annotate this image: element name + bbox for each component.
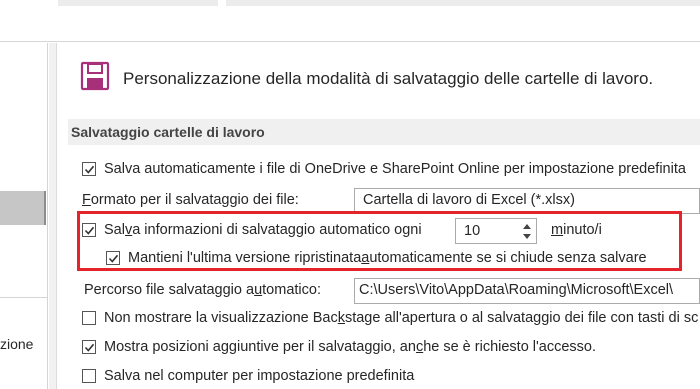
nav-divider <box>0 297 48 298</box>
options-nav-pane: zione <box>0 43 48 389</box>
show-locations-label: Mostra posizioni aggiuntive per il salva… <box>104 339 416 355</box>
section-header: Salvataggio cartelle di lavoro <box>68 119 700 145</box>
no-backstage-option[interactable]: Non mostrare la visualizzazione Bac k stag… <box>82 310 698 326</box>
floppy-disk-icon <box>80 61 110 91</box>
no-backstage-checkbox[interactable] <box>82 311 96 325</box>
format-label-text-rest: ormato per il salvataggio dei file: <box>90 192 299 208</box>
autorecover-path-text: Percorso file salvataggio a <box>84 282 255 298</box>
save-computer-label: Salva nel computer per impostazione pred… <box>104 368 415 384</box>
show-locations-label-rest: he se è richiesto l'accesso. <box>423 339 597 355</box>
format-label-accel: F <box>82 192 91 208</box>
autosave-onedrive-checkbox[interactable] <box>82 162 96 176</box>
no-backstage-accel: k <box>337 310 345 326</box>
title-bar-segment <box>58 0 218 6</box>
autorecover-path-label: Percorso file salvataggio a u tomatico: <box>84 282 321 298</box>
save-computer-checkbox[interactable] <box>82 369 96 383</box>
save-options-panel: Personalizzazione della modalità di salv… <box>58 43 700 389</box>
red-highlight-box <box>77 211 682 271</box>
check-mark-icon <box>84 343 94 352</box>
nav-item-partial-label[interactable]: zione <box>0 336 40 352</box>
title-bar-segment <box>226 0 700 6</box>
check-mark-icon <box>84 165 94 174</box>
save-computer-option[interactable]: Salva nel computer per impostazione pred… <box>82 368 414 384</box>
show-locations-accel: c <box>415 339 424 355</box>
format-label: Formato per il salvataggio dei file: <box>82 192 299 208</box>
section-title: Salvataggio cartelle di lavoro <box>71 124 265 140</box>
show-locations-checkbox[interactable] <box>82 340 96 354</box>
pane-gutter <box>49 43 57 389</box>
nav-item-save-selected[interactable] <box>0 191 46 225</box>
no-backstage-label: Non mostrare la visualizzazione Bac <box>104 310 338 326</box>
no-backstage-label-rest: stage all'apertura o al salvataggio dei … <box>344 310 699 326</box>
autosave-onedrive-option[interactable]: Salva automaticamente i file di OneDrive… <box>82 161 686 177</box>
show-locations-option[interactable]: Mostra posizioni aggiuntive per il salva… <box>82 339 596 355</box>
title-bar <box>0 0 700 42</box>
autorecover-path-input[interactable]: C:\Users\Vito\AppData\Roaming\Microsoft\… <box>354 278 700 304</box>
autosave-onedrive-label: Salva automaticamente i file di OneDrive… <box>104 161 686 177</box>
autorecover-path-accel: u <box>254 282 263 298</box>
autorecover-path-text-rest: tomatico: <box>262 282 321 298</box>
page-title: Personalizzazione della modalità di salv… <box>123 69 654 88</box>
